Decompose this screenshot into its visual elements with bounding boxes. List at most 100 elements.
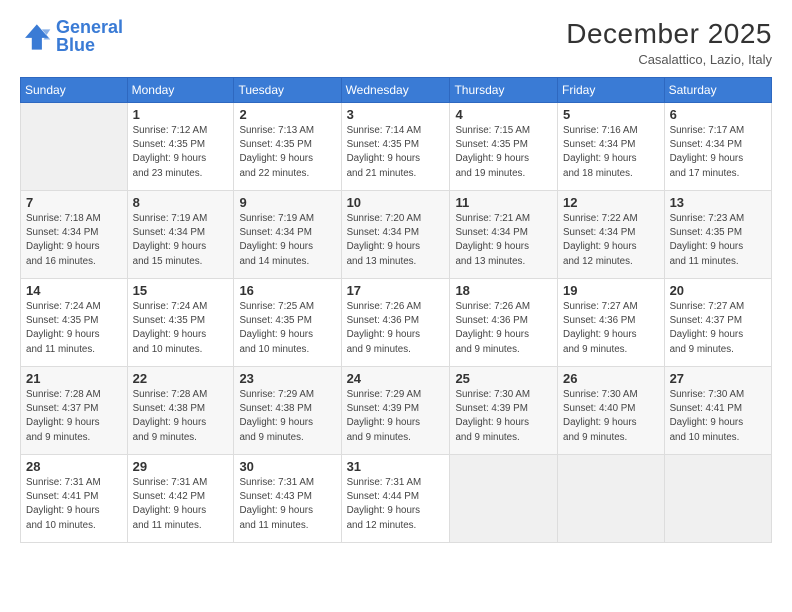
day-info: Sunrise: 7:31 AMSunset: 4:42 PMDaylight:… bbox=[133, 476, 229, 533]
day-number: 30 bbox=[239, 459, 335, 474]
title-block: December 2025 Casalattico, Lazio, Italy bbox=[566, 18, 772, 67]
page: General Blue December 2025 Casalattico, … bbox=[0, 0, 792, 612]
day-info: Sunrise: 7:28 AMSunset: 4:37 PMDaylight:… bbox=[26, 388, 122, 445]
calendar-week-5: 28Sunrise: 7:31 AMSunset: 4:41 PMDayligh… bbox=[21, 455, 772, 543]
day-number: 3 bbox=[347, 107, 445, 122]
day-number: 15 bbox=[133, 283, 229, 298]
calendar-day-13: 13 Sunrise: 7:23 AMSunset: 4:35 PMDayligh… bbox=[664, 191, 771, 279]
day-info: Sunrise: 7:14 AMSunset: 4:35 PMDaylight:… bbox=[347, 124, 445, 181]
calendar-week-2: 7Sunrise: 7:18 AMSunset: 4:34 PMDaylight… bbox=[21, 191, 772, 279]
col-header-thursday: Thursday bbox=[450, 78, 558, 103]
month-title: December 2025 bbox=[566, 18, 772, 50]
day-info: Sunrise: 7:31 AMSunset: 4:44 PMDaylight:… bbox=[347, 476, 445, 533]
calendar-day-19: 19 Sunrise: 7:27 AMSunset: 4:36 PMDayligh… bbox=[558, 279, 665, 367]
day-number: 25 bbox=[455, 371, 552, 386]
day-number: 14 bbox=[26, 283, 122, 298]
day-info: Sunrise: 7:28 AMSunset: 4:38 PMDaylight:… bbox=[133, 388, 229, 445]
day-info: Sunrise: 7:31 AMSunset: 4:41 PMDaylight:… bbox=[26, 476, 122, 533]
day-number: 19 bbox=[563, 283, 659, 298]
calendar-day-7: 7Sunrise: 7:18 AMSunset: 4:34 PMDaylight… bbox=[21, 191, 128, 279]
calendar-day-6: 6 Sunrise: 7:17 AMSunset: 4:34 PMDaylight… bbox=[664, 103, 771, 191]
calendar-day-22: 22Sunrise: 7:28 AMSunset: 4:38 PMDayligh… bbox=[127, 367, 234, 455]
day-info: Sunrise: 7:24 AMSunset: 4:35 PMDaylight:… bbox=[133, 300, 229, 357]
day-number: 24 bbox=[347, 371, 445, 386]
calendar-day-15: 15 Sunrise: 7:24 AMSunset: 4:35 PMDayligh… bbox=[127, 279, 234, 367]
calendar-week-1: 1 Sunrise: 7:12 AMSunset: 4:35 PMDaylight… bbox=[21, 103, 772, 191]
day-number: 26 bbox=[563, 371, 659, 386]
day-number: 21 bbox=[26, 371, 122, 386]
location: Casalattico, Lazio, Italy bbox=[566, 52, 772, 67]
calendar-day-18: 18Sunrise: 7:26 AMSunset: 4:36 PMDayligh… bbox=[450, 279, 558, 367]
day-number: 27 bbox=[670, 371, 766, 386]
day-info: Sunrise: 7:16 AMSunset: 4:34 PMDaylight:… bbox=[563, 124, 659, 181]
calendar-day-25: 25 Sunrise: 7:30 AMSunset: 4:39 PMDayligh… bbox=[450, 367, 558, 455]
calendar-table: SundayMondayTuesdayWednesdayThursdayFrid… bbox=[20, 77, 772, 543]
day-info: Sunrise: 7:30 AMSunset: 4:39 PMDaylight:… bbox=[455, 388, 552, 445]
day-number: 11 bbox=[455, 195, 552, 210]
calendar-day-20: 20Sunrise: 7:27 AMSunset: 4:37 PMDayligh… bbox=[664, 279, 771, 367]
day-info: Sunrise: 7:24 AMSunset: 4:35 PMDaylight:… bbox=[26, 300, 122, 357]
calendar-day-3: 3 Sunrise: 7:14 AMSunset: 4:35 PMDaylight… bbox=[341, 103, 450, 191]
day-info: Sunrise: 7:21 AMSunset: 4:34 PMDaylight:… bbox=[455, 212, 552, 269]
day-number: 8 bbox=[133, 195, 229, 210]
day-number: 2 bbox=[239, 107, 335, 122]
day-info: Sunrise: 7:12 AMSunset: 4:35 PMDaylight:… bbox=[133, 124, 229, 181]
calendar-day-21: 21 Sunrise: 7:28 AMSunset: 4:37 PMDayligh… bbox=[21, 367, 128, 455]
calendar-day-27: 27 Sunrise: 7:30 AMSunset: 4:41 PMDayligh… bbox=[664, 367, 771, 455]
col-header-wednesday: Wednesday bbox=[341, 78, 450, 103]
calendar-day-14: 14 Sunrise: 7:24 AMSunset: 4:35 PMDayligh… bbox=[21, 279, 128, 367]
logo-line2: Blue bbox=[56, 36, 123, 56]
calendar-day-28: 28Sunrise: 7:31 AMSunset: 4:41 PMDayligh… bbox=[21, 455, 128, 543]
calendar-empty bbox=[664, 455, 771, 543]
day-number: 4 bbox=[455, 107, 552, 122]
day-number: 5 bbox=[563, 107, 659, 122]
calendar-day-8: 8 Sunrise: 7:19 AMSunset: 4:34 PMDaylight… bbox=[127, 191, 234, 279]
day-number: 6 bbox=[670, 107, 766, 122]
day-info: Sunrise: 7:15 AMSunset: 4:35 PMDaylight:… bbox=[455, 124, 552, 181]
day-info: Sunrise: 7:13 AMSunset: 4:35 PMDaylight:… bbox=[239, 124, 335, 181]
calendar-week-3: 14 Sunrise: 7:24 AMSunset: 4:35 PMDayligh… bbox=[21, 279, 772, 367]
day-number: 18 bbox=[455, 283, 552, 298]
day-number: 23 bbox=[239, 371, 335, 386]
calendar-day-1: 1 Sunrise: 7:12 AMSunset: 4:35 PMDaylight… bbox=[127, 103, 234, 191]
calendar-day-11: 11 Sunrise: 7:21 AMSunset: 4:34 PMDayligh… bbox=[450, 191, 558, 279]
logo-line1: General bbox=[56, 17, 123, 37]
day-number: 12 bbox=[563, 195, 659, 210]
calendar-week-4: 21 Sunrise: 7:28 AMSunset: 4:37 PMDayligh… bbox=[21, 367, 772, 455]
calendar-empty bbox=[21, 103, 128, 191]
day-info: Sunrise: 7:17 AMSunset: 4:34 PMDaylight:… bbox=[670, 124, 766, 181]
calendar-empty bbox=[558, 455, 665, 543]
calendar-day-30: 30 Sunrise: 7:31 AMSunset: 4:43 PMDayligh… bbox=[234, 455, 341, 543]
col-header-saturday: Saturday bbox=[664, 78, 771, 103]
logo: General Blue bbox=[20, 18, 123, 56]
col-header-friday: Friday bbox=[558, 78, 665, 103]
day-info: Sunrise: 7:27 AMSunset: 4:36 PMDaylight:… bbox=[563, 300, 659, 357]
col-header-tuesday: Tuesday bbox=[234, 78, 341, 103]
calendar-day-31: 31 Sunrise: 7:31 AMSunset: 4:44 PMDayligh… bbox=[341, 455, 450, 543]
day-number: 13 bbox=[670, 195, 766, 210]
calendar-day-5: 5 Sunrise: 7:16 AMSunset: 4:34 PMDaylight… bbox=[558, 103, 665, 191]
col-header-monday: Monday bbox=[127, 78, 234, 103]
calendar-day-26: 26 Sunrise: 7:30 AMSunset: 4:40 PMDayligh… bbox=[558, 367, 665, 455]
calendar-day-4: 4 Sunrise: 7:15 AMSunset: 4:35 PMDaylight… bbox=[450, 103, 558, 191]
day-info: Sunrise: 7:25 AMSunset: 4:35 PMDaylight:… bbox=[239, 300, 335, 357]
day-info: Sunrise: 7:30 AMSunset: 4:41 PMDaylight:… bbox=[670, 388, 766, 445]
calendar-day-12: 12Sunrise: 7:22 AMSunset: 4:34 PMDayligh… bbox=[558, 191, 665, 279]
calendar-day-24: 24Sunrise: 7:29 AMSunset: 4:39 PMDayligh… bbox=[341, 367, 450, 455]
day-number: 16 bbox=[239, 283, 335, 298]
day-info: Sunrise: 7:23 AMSunset: 4:35 PMDaylight:… bbox=[670, 212, 766, 269]
calendar-empty bbox=[450, 455, 558, 543]
day-number: 1 bbox=[133, 107, 229, 122]
day-number: 9 bbox=[239, 195, 335, 210]
day-number: 31 bbox=[347, 459, 445, 474]
day-info: Sunrise: 7:19 AMSunset: 4:34 PMDaylight:… bbox=[133, 212, 229, 269]
day-number: 10 bbox=[347, 195, 445, 210]
day-info: Sunrise: 7:18 AMSunset: 4:34 PMDaylight:… bbox=[26, 212, 122, 269]
day-info: Sunrise: 7:31 AMSunset: 4:43 PMDaylight:… bbox=[239, 476, 335, 533]
day-info: Sunrise: 7:27 AMSunset: 4:37 PMDaylight:… bbox=[670, 300, 766, 357]
day-number: 29 bbox=[133, 459, 229, 474]
logo-icon bbox=[20, 21, 52, 53]
day-info: Sunrise: 7:30 AMSunset: 4:40 PMDaylight:… bbox=[563, 388, 659, 445]
calendar-day-9: 9Sunrise: 7:19 AMSunset: 4:34 PMDaylight… bbox=[234, 191, 341, 279]
day-info: Sunrise: 7:26 AMSunset: 4:36 PMDaylight:… bbox=[347, 300, 445, 357]
